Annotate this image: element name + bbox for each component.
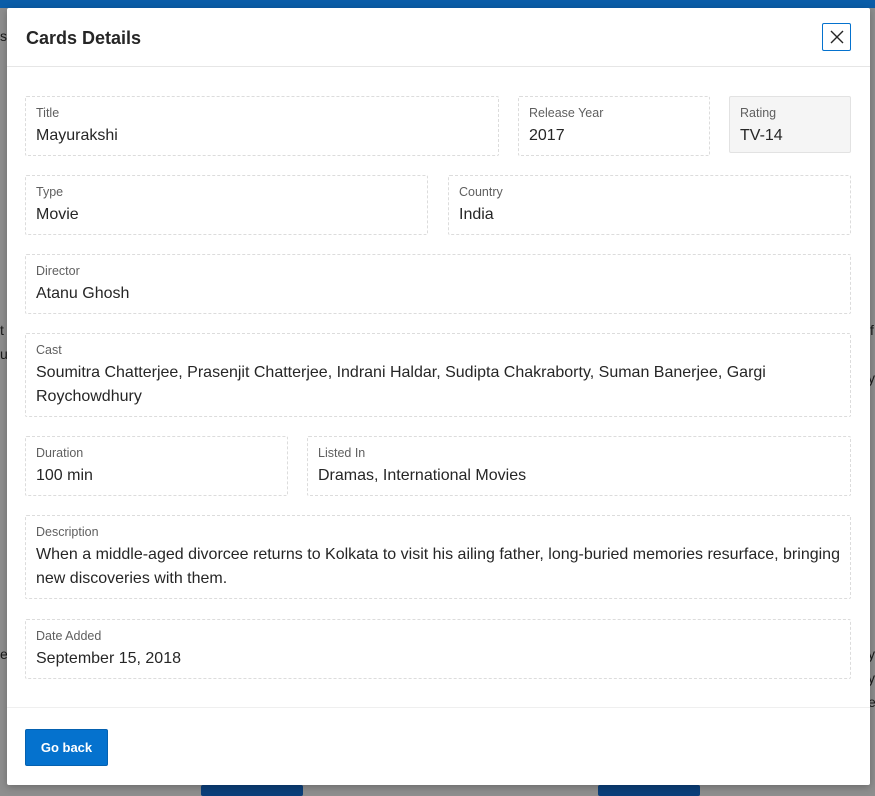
field-label: Date Added: [36, 629, 102, 643]
country-field: Country India: [448, 175, 851, 235]
field-value: Movie: [36, 206, 79, 223]
listed-in-field: Listed In Dramas, International Movies: [307, 436, 851, 496]
director-field: Director Atanu Ghosh: [25, 254, 851, 314]
field-label: Country: [459, 185, 503, 199]
background-text-fragment: f: [870, 322, 874, 338]
background-text-fragment: t: [0, 322, 4, 338]
background-text-fragment: s: [0, 28, 7, 44]
cast-field: Cast Soumitra Chatterjee, Prasenjit Chat…: [25, 333, 851, 417]
release-year-field: Release Year 2017: [518, 96, 710, 156]
background-card-button: [201, 785, 303, 796]
dialog-title: Cards Details: [26, 28, 142, 48]
rating-field: Rating TV-14: [729, 96, 851, 153]
background-header-bar: [0, 0, 875, 8]
field-label: Title: [36, 106, 60, 120]
date-added-field: Date Added September 15, 2018: [25, 619, 851, 679]
field-value: TV-14: [740, 127, 783, 144]
field-value: 2017: [529, 127, 565, 144]
field-value: Soumitra Chatterjee, Prasenjit Chatterje…: [36, 364, 766, 405]
field-value: Mayurakshi: [36, 127, 118, 144]
field-label: Director: [36, 264, 80, 278]
field-value: 100 min: [36, 467, 93, 484]
duration-field: Duration 100 min: [25, 436, 288, 496]
field-label: Duration: [36, 446, 84, 460]
close-icon: [830, 30, 843, 44]
field-value: India: [459, 206, 494, 223]
field-value: When a middle-aged divorcee returns to K…: [36, 546, 840, 587]
cards-details-dialog: Cards Details Title Mayurakshi Release Y…: [7, 8, 870, 785]
dialog-footer: Go back: [7, 707, 870, 785]
field-value: Atanu Ghosh: [36, 285, 130, 302]
close-button[interactable]: [822, 23, 851, 51]
field-label: Rating: [740, 106, 777, 120]
title-field: Title Mayurakshi: [25, 96, 499, 156]
field-value: September 15, 2018: [36, 650, 181, 667]
description-field: Description When a middle-aged divorcee …: [25, 515, 851, 599]
go-back-button[interactable]: Go back: [25, 729, 108, 766]
dialog-header: Cards Details: [7, 8, 870, 67]
field-label: Listed In: [318, 446, 366, 460]
field-label: Description: [36, 525, 99, 539]
field-label: Cast: [36, 343, 62, 357]
field-label: Type: [36, 185, 64, 199]
field-value: Dramas, International Movies: [318, 467, 527, 484]
field-label: Release Year: [529, 106, 604, 120]
type-field: Type Movie: [25, 175, 428, 235]
background-card-button: [598, 785, 700, 796]
